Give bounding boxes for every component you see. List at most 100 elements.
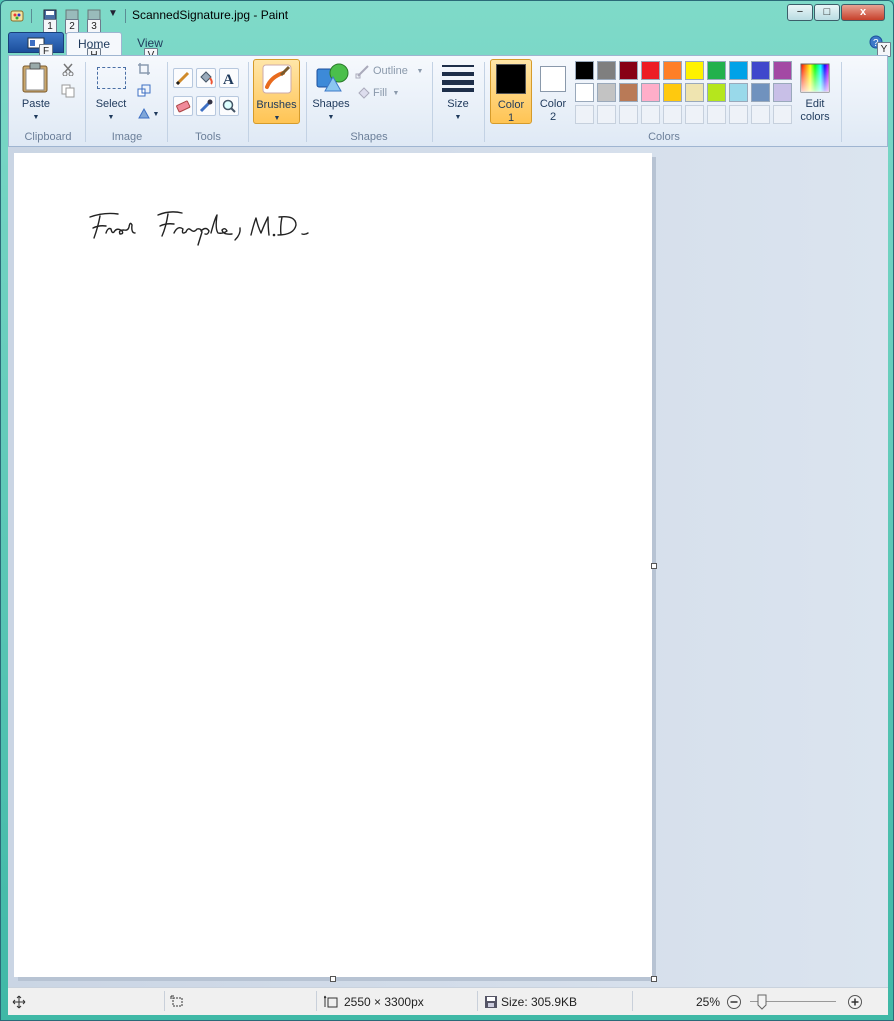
- palette-swatch[interactable]: [597, 83, 616, 102]
- maximize-button[interactable]: □: [814, 4, 840, 21]
- palette-swatch[interactable]: [597, 61, 616, 80]
- palette-swatch[interactable]: [685, 61, 704, 80]
- pencil-tool[interactable]: [173, 68, 193, 88]
- shapes-label[interactable]: Shapes: [311, 98, 351, 111]
- fill-tool[interactable]: [196, 68, 216, 88]
- color1-button[interactable]: Color 1: [490, 59, 532, 124]
- color2-number[interactable]: 2: [533, 111, 573, 124]
- outline-label[interactable]: Outline: [373, 65, 413, 78]
- palette-swatch[interactable]: [751, 83, 770, 102]
- palette-swatch[interactable]: [685, 83, 704, 102]
- shapes-group-label: Shapes: [350, 131, 388, 143]
- color2-swatch[interactable]: [540, 66, 566, 92]
- close-button[interactable]: x: [841, 4, 885, 21]
- palette-custom-slot[interactable]: [641, 105, 660, 124]
- resize-handle-bottom[interactable]: [330, 976, 336, 982]
- minimize-button[interactable]: −: [787, 4, 813, 21]
- select-dropdown-icon[interactable]: ▼: [106, 111, 116, 124]
- text-tool[interactable]: A: [219, 68, 239, 88]
- palette-swatch[interactable]: [729, 83, 748, 102]
- resize-handle-right[interactable]: [651, 563, 657, 569]
- size-dropdown-icon[interactable]: ▼: [453, 111, 463, 124]
- palette-swatch[interactable]: [773, 83, 792, 102]
- image-size-icon: [324, 995, 338, 1008]
- drawing-canvas[interactable]: Fred Farple, M.D.: [14, 153, 652, 977]
- color-picker-tool[interactable]: [196, 96, 216, 116]
- palette-custom-slot[interactable]: [685, 105, 704, 124]
- status-separator: [632, 991, 633, 1011]
- palette-swatch[interactable]: [751, 61, 770, 80]
- paste-label[interactable]: Paste: [16, 98, 56, 111]
- edit-colors-label-line2[interactable]: colors: [793, 111, 837, 124]
- palette-custom-slot[interactable]: [575, 105, 594, 124]
- zoom-in-icon[interactable]: [847, 994, 863, 1010]
- rotate-icon[interactable]: [137, 106, 151, 120]
- paint-app-icon[interactable]: [9, 8, 25, 24]
- palette-swatch[interactable]: [641, 83, 660, 102]
- fill-icon[interactable]: [355, 85, 371, 101]
- palette-swatch[interactable]: [641, 61, 660, 80]
- palette-custom-slot[interactable]: [663, 105, 682, 124]
- ribbon: Paste ▼ Clipboard Select ▼ ▼ Image A Too…: [8, 55, 888, 147]
- zoom-out-icon[interactable]: [726, 994, 742, 1010]
- paste-icon[interactable]: [20, 62, 50, 94]
- title-divider: [125, 9, 126, 23]
- palette-swatch[interactable]: [663, 83, 682, 102]
- zoom-level: 25%: [696, 995, 721, 1009]
- brushes-button[interactable]: Brushes ▼: [253, 59, 300, 124]
- palette-swatch[interactable]: [619, 61, 638, 80]
- palette-custom-slot[interactable]: [707, 105, 726, 124]
- clipboard-group-label: Clipboard: [24, 131, 72, 143]
- cut-icon[interactable]: [61, 62, 75, 76]
- group-separator: [85, 62, 86, 142]
- status-bar: 2550 × 3300px Size: 305.9KB 25%: [8, 987, 888, 1015]
- palette-swatch[interactable]: [619, 83, 638, 102]
- palette-custom-slot[interactable]: [729, 105, 748, 124]
- resize-icon[interactable]: [137, 84, 151, 98]
- text-icon: A: [223, 72, 234, 88]
- palette-custom-slot[interactable]: [773, 105, 792, 124]
- resize-handle-corner[interactable]: [651, 976, 657, 982]
- palette-swatch[interactable]: [663, 61, 682, 80]
- palette-swatch[interactable]: [707, 61, 726, 80]
- brush-icon: [262, 64, 292, 94]
- select-label[interactable]: Select: [91, 98, 131, 111]
- outline-icon[interactable]: [355, 63, 371, 79]
- palette-custom-slot[interactable]: [751, 105, 770, 124]
- palette-swatch[interactable]: [575, 61, 594, 80]
- palette-swatch[interactable]: [729, 61, 748, 80]
- shapes-icon[interactable]: [315, 61, 349, 93]
- palette-swatch[interactable]: [773, 61, 792, 80]
- select-icon[interactable]: [97, 67, 126, 89]
- magnifier-tool[interactable]: [219, 96, 239, 116]
- zoom-slider-thumb[interactable]: [756, 994, 768, 1010]
- edit-colors-icon[interactable]: [800, 63, 830, 93]
- color2-label[interactable]: Color: [533, 98, 573, 111]
- palette-swatch[interactable]: [707, 83, 726, 102]
- brushes-label: Brushes: [256, 99, 297, 111]
- outline-dropdown-icon[interactable]: ▼: [416, 65, 424, 78]
- paint-window: ▼ ScannedSignature.jpg - Paint 1 2 3 − □…: [0, 0, 894, 1021]
- group-separator: [306, 62, 307, 142]
- selection-size-icon: [170, 995, 183, 1007]
- palette-swatch[interactable]: [575, 83, 594, 102]
- crop-icon[interactable]: [137, 62, 151, 76]
- palette-custom-slot[interactable]: [597, 105, 616, 124]
- edit-colors-label[interactable]: Edit: [793, 98, 837, 111]
- copy-icon[interactable]: [61, 84, 75, 98]
- eyedropper-icon: [199, 99, 213, 113]
- paste-dropdown-icon[interactable]: ▼: [31, 111, 41, 124]
- eraser-icon: [176, 100, 191, 113]
- palette-custom-slot[interactable]: [619, 105, 638, 124]
- eraser-tool[interactable]: [173, 96, 193, 116]
- group-separator: [167, 62, 168, 142]
- fill-dropdown-icon[interactable]: ▼: [392, 87, 400, 100]
- size-icon[interactable]: [441, 63, 475, 93]
- shapes-dropdown-icon[interactable]: ▼: [326, 111, 336, 124]
- rotate-dropdown-icon[interactable]: ▼: [152, 108, 160, 121]
- group-separator: [248, 62, 249, 142]
- file-menu-button[interactable]: F: [8, 32, 64, 59]
- image-group-label: Image: [111, 131, 143, 143]
- qat-customize-icon[interactable]: ▼: [108, 8, 118, 19]
- size-label[interactable]: Size: [438, 98, 478, 111]
